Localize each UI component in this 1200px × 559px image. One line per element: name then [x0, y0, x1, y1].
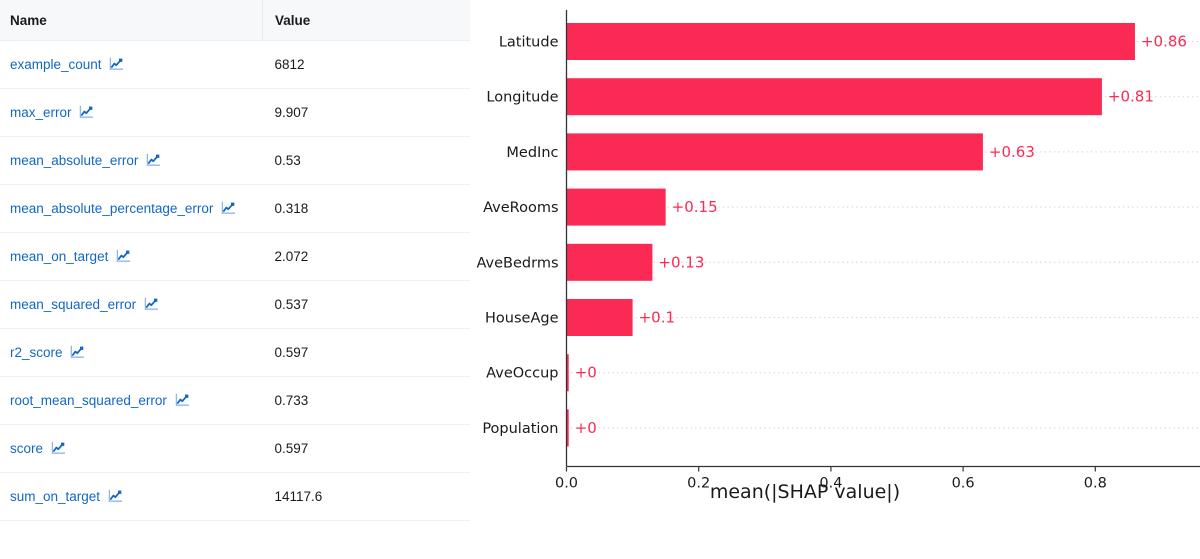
chart-increasing-icon[interactable] — [51, 441, 66, 455]
shap-chart-svg: Latitude Longitude MedInc AveRooms AveBedrms… — [476, 10, 1200, 503]
bar-value-label: +0.13 — [658, 253, 704, 271]
chart-increasing-icon[interactable] — [116, 249, 131, 263]
column-header-value: Value — [262, 0, 470, 41]
chart-increasing-icon[interactable] — [144, 297, 159, 311]
metric-link[interactable]: mean_squared_error — [10, 297, 136, 312]
metric-link[interactable]: mean_absolute_percentage_error — [10, 201, 213, 216]
x-axis-tick-label: 0.8 — [1084, 476, 1107, 492]
metric-value-cell: 2.072 — [262, 232, 470, 281]
table-row: max_error 9.907 — [0, 88, 470, 137]
metric-value-cell: 0.597 — [262, 424, 470, 473]
y-axis-label: HouseAge — [485, 311, 559, 327]
table-row: root_mean_squared_error 0.733 — [0, 376, 470, 425]
metric-link[interactable]: sum_on_target — [10, 489, 100, 504]
metrics-table-body: example_count 6812 max_error 9.907 mean_ab… — [0, 40, 470, 521]
chart-increasing-icon[interactable] — [79, 105, 94, 119]
metric-value-cell: 0.53 — [262, 136, 470, 185]
x-axis-tick-label: 0.6 — [952, 476, 975, 492]
table-row: mean_on_target 2.072 — [0, 232, 470, 281]
chart-increasing-icon[interactable] — [175, 393, 190, 407]
table-row: r2_score 0.597 — [0, 328, 470, 377]
metric-value-cell: 0.318 — [262, 184, 470, 233]
chart-increasing-icon[interactable] — [70, 345, 85, 359]
bar-value-label: +0.81 — [1108, 88, 1154, 106]
metric-name-cell: score — [0, 424, 263, 473]
y-axis-label: AveRooms — [483, 200, 558, 216]
column-header-name: Name — [0, 0, 263, 41]
bar-medinc[interactable] — [566, 133, 983, 171]
bar-houseage[interactable] — [566, 299, 633, 336]
metrics-table: Name Value example_count 6812 max_error 9… — [0, 0, 470, 521]
table-row: mean_squared_error 0.537 — [0, 280, 470, 329]
y-axis-label: AveBedrms — [476, 255, 558, 271]
x-axis-tick-label: 0.2 — [687, 476, 710, 492]
y-axis-label: AveOccup — [486, 366, 558, 382]
bar-value-label: +0 — [575, 364, 597, 382]
metric-link[interactable]: mean_absolute_error — [10, 153, 138, 168]
metrics-panel: Name Value example_count 6812 max_error 9… — [0, 0, 470, 559]
metric-name-cell: example_count — [0, 40, 263, 89]
metric-link[interactable]: r2_score — [10, 345, 63, 360]
bar-latitude[interactable] — [566, 23, 1135, 60]
metric-link[interactable]: mean_on_target — [10, 249, 108, 264]
bar-averooms[interactable] — [566, 188, 666, 226]
chart-increasing-icon[interactable] — [146, 153, 161, 167]
metric-value-cell: 0.733 — [262, 376, 470, 425]
metric-value-cell: 6812 — [262, 40, 470, 89]
table-row: score 0.597 — [0, 424, 470, 473]
bar-longitude[interactable] — [566, 78, 1102, 116]
shap-summary-bar-chart: Latitude Longitude MedInc AveRooms AveBedrms… — [470, 0, 1200, 559]
y-axis-label: MedInc — [506, 145, 558, 161]
chart-increasing-icon[interactable] — [108, 489, 123, 503]
y-axis-label: Longitude — [486, 90, 558, 106]
table-row: example_count 6812 — [0, 40, 470, 89]
y-axis-label: Latitude — [499, 35, 559, 51]
y-axis-label: Population — [482, 421, 558, 437]
table-row: sum_on_target 14117.6 — [0, 472, 470, 521]
x-axis-tick-label: 0.0 — [555, 476, 578, 492]
table-row: mean_absolute_percentage_error 0.318 — [0, 184, 470, 233]
metric-name-cell: mean_absolute_percentage_error — [0, 184, 263, 233]
bar-value-label: +0.1 — [639, 309, 675, 327]
metric-name-cell: mean_absolute_error — [0, 136, 263, 185]
metric-value-cell: 9.907 — [262, 88, 470, 137]
bar-avebedrms[interactable] — [566, 243, 653, 281]
bar-value-label: +0.86 — [1141, 33, 1187, 51]
metric-link[interactable]: max_error — [10, 105, 72, 120]
bar-value-label: +0.15 — [672, 198, 718, 216]
x-axis-title: mean(|SHAP value|) — [710, 481, 900, 503]
metric-value-cell: 0.537 — [262, 280, 470, 329]
metric-value-cell: 0.597 — [262, 328, 470, 377]
bar-value-label: +0 — [575, 419, 597, 437]
metrics-header-row: Name Value — [0, 0, 470, 41]
metric-name-cell: mean_on_target — [0, 232, 263, 281]
metric-value-cell: 14117.6 — [262, 472, 470, 521]
metric-link[interactable]: root_mean_squared_error — [10, 393, 167, 408]
table-row: mean_absolute_error 0.53 — [0, 136, 470, 185]
chart-increasing-icon[interactable] — [109, 57, 124, 71]
metric-name-cell: mean_squared_error — [0, 280, 263, 329]
metrics-table-head: Name Value — [0, 0, 470, 41]
metric-name-cell: r2_score — [0, 328, 263, 377]
chart-bars — [566, 23, 1135, 447]
bar-value-label: +0.63 — [989, 143, 1035, 161]
chart-increasing-icon[interactable] — [221, 201, 236, 215]
metric-name-cell: sum_on_target — [0, 472, 263, 521]
app-root: Name Value example_count 6812 max_error 9… — [0, 0, 1200, 559]
chart-y-axis-labels: Latitude Longitude MedInc AveRooms AveBedrms… — [476, 35, 558, 437]
metric-link[interactable]: score — [10, 441, 43, 456]
metric-name-cell: max_error — [0, 88, 263, 137]
metric-name-cell: root_mean_squared_error — [0, 376, 263, 425]
metric-link[interactable]: example_count — [10, 57, 102, 72]
